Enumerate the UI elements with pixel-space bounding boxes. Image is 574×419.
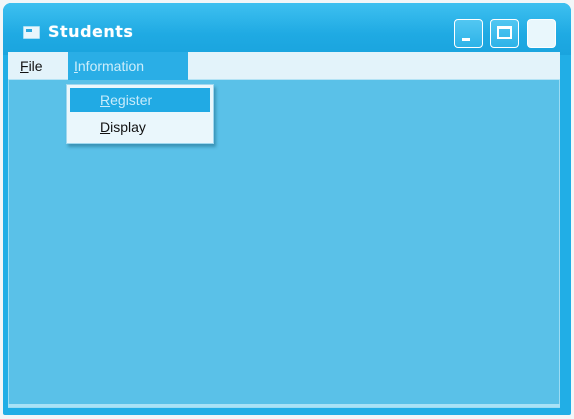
menu-information[interactable]: Information	[68, 52, 188, 80]
title-bar[interactable]: Students	[3, 3, 571, 55]
minimize-button[interactable]	[454, 19, 483, 48]
menu-file-label-rest: ile	[28, 58, 43, 74]
menu-file-mnemonic: F	[20, 58, 29, 74]
menu-item-register-label-rest: egister	[110, 92, 153, 108]
menu-item-display-mnemonic: D	[100, 119, 111, 135]
maximize-button[interactable]	[490, 19, 519, 48]
window-bottom-border	[8, 404, 560, 407]
menu-bar: File Information	[8, 52, 560, 80]
menu-item-display[interactable]: Display	[70, 115, 210, 139]
menu-file[interactable]: File	[14, 52, 49, 80]
window-app-icon[interactable]	[23, 26, 40, 39]
menu-information-label-rest: nformation	[77, 58, 145, 74]
window-title: Students	[48, 22, 134, 41]
minimize-icon	[462, 38, 470, 41]
maximize-icon	[497, 26, 512, 39]
close-button[interactable]	[527, 19, 556, 48]
menu-item-display-label-rest: isplay	[110, 119, 146, 135]
menu-item-register-mnemonic: R	[100, 92, 111, 108]
information-dropdown-menu: Register Display	[66, 84, 214, 144]
menu-item-register[interactable]: Register	[70, 88, 210, 112]
